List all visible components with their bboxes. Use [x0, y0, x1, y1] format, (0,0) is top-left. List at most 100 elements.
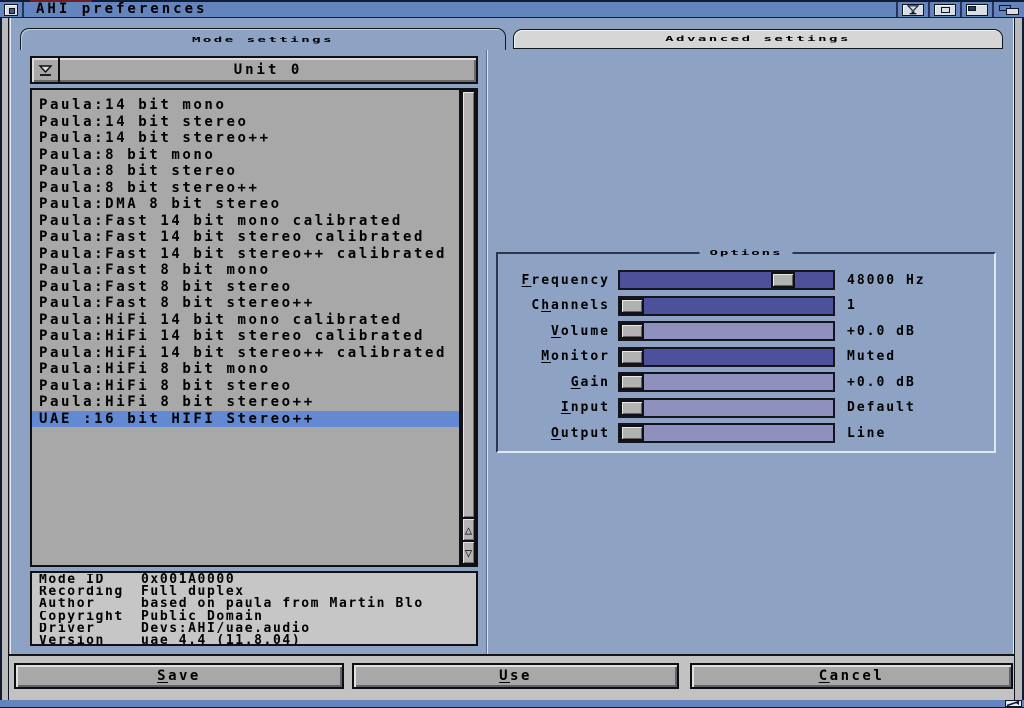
- screen-edge-artifact: [30, 0, 92, 2]
- mode-list-scrollbar[interactable]: △ ▽: [459, 90, 476, 565]
- mode-list-item[interactable]: Paula:14 bit stereo: [32, 114, 459, 131]
- mode-list-item[interactable]: Paula:HiFi 8 bit stereo++: [32, 394, 459, 411]
- zoom-button[interactable]: [928, 2, 960, 17]
- mode-list-item[interactable]: Paula:8 bit mono: [32, 147, 459, 164]
- output-slider-handle[interactable]: [620, 425, 644, 441]
- mode-list-item-label: Paula:HiFi 14 bit stereo++ calibrated: [39, 345, 447, 361]
- window-left-border: [0, 18, 9, 700]
- monitor-slider-handle[interactable]: [620, 349, 644, 365]
- mode-info-value: uae 4.4 (11.8.04): [141, 633, 301, 646]
- volume-value: +0.0 dB: [847, 324, 916, 339]
- mode-listbox: Paula:14 bit mono Paula:14 bit stereo Pa…: [30, 88, 478, 567]
- frequency-slider-track[interactable]: [620, 272, 833, 288]
- mode-list-item-label: Paula:14 bit mono: [39, 97, 227, 113]
- snapshot-button[interactable]: [960, 2, 992, 17]
- mode-list-item-label: Paula:HiFi 14 bit stereo calibrated: [39, 328, 425, 344]
- iconify-icon: [902, 4, 924, 16]
- scroll-up-button[interactable]: △: [461, 519, 476, 542]
- channels-slider[interactable]: [618, 296, 835, 316]
- mode-list-item[interactable]: Paula:14 bit mono: [32, 97, 459, 114]
- gain-value: +0.0 dB: [847, 375, 916, 390]
- window-title: AHI preferences: [24, 2, 219, 17]
- mode-list-item[interactable]: Paula:Fast 14 bit stereo++ calibrated: [32, 246, 459, 263]
- titlebar-drag-area[interactable]: [219, 2, 896, 17]
- monitor-slider-track[interactable]: [620, 349, 833, 365]
- tab-advanced-settings-label: Advanced settings: [665, 35, 851, 43]
- mode-list-item[interactable]: Paula:Fast 14 bit mono calibrated: [32, 213, 459, 230]
- mode-list-item[interactable]: Paula:DMA 8 bit stereo: [32, 196, 459, 213]
- mode-info-label: Version: [39, 635, 141, 646]
- mode-info-label: Mode ID: [39, 574, 141, 586]
- channels-slider-handle[interactable]: [620, 298, 644, 314]
- mode-list-item[interactable]: Paula:8 bit stereo++: [32, 180, 459, 197]
- frequency-value: 48000 Hz: [847, 273, 926, 288]
- input-value: Default: [847, 400, 916, 415]
- mode-list-item[interactable]: Paula:Fast 8 bit mono: [32, 262, 459, 279]
- mode-info-label: Copyright: [39, 611, 141, 623]
- use-button[interactable]: Use: [352, 663, 679, 689]
- options-group: Options Frequency 48000 Hz Channels 1 Vo…: [496, 252, 996, 453]
- output-slider-track[interactable]: [620, 425, 833, 441]
- input-slider[interactable]: [618, 398, 835, 418]
- monitor-slider[interactable]: [618, 347, 835, 367]
- mode-list-item[interactable]: Paula:HiFi 8 bit mono: [32, 361, 459, 378]
- mode-list-item-label: Paula:DMA 8 bit stereo: [39, 196, 282, 212]
- scroll-down-button[interactable]: ▽: [461, 542, 476, 565]
- tab-mode-settings-label: Mode settings: [192, 36, 334, 44]
- down-arrow-icon: ▽: [465, 547, 472, 559]
- mode-list-item-label: Paula:Fast 8 bit mono: [39, 262, 271, 278]
- unit-selector[interactable]: Unit 0: [30, 56, 478, 84]
- mode-info-row: Mode ID0x001A0000: [39, 574, 476, 586]
- ahi-preferences-window: AHI preferences Mode settings: [0, 0, 1024, 708]
- input-label: Input: [506, 400, 610, 415]
- gain-slider-handle[interactable]: [620, 374, 644, 390]
- scrollbar-thumb[interactable]: [461, 90, 476, 519]
- frequency-slider-handle[interactable]: [771, 272, 795, 288]
- depth-button[interactable]: [992, 2, 1024, 17]
- mode-list-item[interactable]: Paula:14 bit stereo++: [32, 130, 459, 147]
- options-group-title: Options: [699, 245, 792, 261]
- channels-slider-track[interactable]: [620, 298, 833, 314]
- close-button[interactable]: [0, 2, 24, 17]
- window-titlebar[interactable]: AHI preferences: [0, 0, 1024, 18]
- save-button[interactable]: Save: [14, 663, 344, 689]
- output-slider[interactable]: [618, 423, 835, 443]
- mode-list-item-label: UAE :16 bit HIFI Stereo++: [39, 411, 315, 427]
- input-slider-handle[interactable]: [620, 400, 644, 416]
- mode-list-item[interactable]: Paula:8 bit stereo: [32, 163, 459, 180]
- close-icon: [4, 4, 18, 16]
- tab-mode-settings[interactable]: Mode settings: [20, 28, 506, 50]
- resize-handle[interactable]: [1005, 700, 1022, 707]
- mode-list-item[interactable]: Paula:Fast 14 bit stereo calibrated: [32, 229, 459, 246]
- iconify-button[interactable]: [896, 2, 928, 17]
- monitor-label: Monitor: [506, 349, 610, 364]
- mode-list-item[interactable]: Paula:Fast 8 bit stereo++: [32, 295, 459, 312]
- mode-list-item-label: Paula:HiFi 8 bit stereo: [39, 378, 293, 394]
- mode-info-label: Author: [39, 598, 141, 610]
- mode-list-item[interactable]: UAE :16 bit HIFI Stereo++: [32, 411, 459, 428]
- mode-list-item[interactable]: Paula:HiFi 14 bit stereo++ calibrated: [32, 345, 459, 362]
- mode-list-item[interactable]: Paula:Fast 8 bit stereo: [32, 279, 459, 296]
- frequency-label: Frequency: [506, 273, 610, 288]
- mode-list-item-label: Paula:Fast 14 bit stereo++ calibrated: [39, 246, 447, 262]
- gain-slider[interactable]: [618, 372, 835, 392]
- volume-slider-track[interactable]: [620, 323, 833, 339]
- zoom-icon: [934, 4, 956, 16]
- slider-row-volume: Volume +0.0 dB: [506, 321, 984, 341]
- mode-list-item-label: Paula:Fast 8 bit stereo++: [39, 295, 315, 311]
- unit-selector-label: Unit 0: [60, 58, 476, 82]
- volume-label: Volume: [506, 324, 610, 339]
- cancel-button[interactable]: Cancel: [690, 663, 1013, 689]
- tab-advanced-settings[interactable]: Advanced settings: [513, 29, 1003, 49]
- mode-list-item[interactable]: Paula:HiFi 8 bit stereo: [32, 378, 459, 395]
- frequency-slider[interactable]: [618, 270, 835, 290]
- volume-slider[interactable]: [618, 321, 835, 341]
- mode-list-item-label: Paula:Fast 14 bit stereo calibrated: [39, 229, 425, 245]
- volume-slider-handle[interactable]: [620, 323, 644, 339]
- window-left-highlight: [10, 18, 11, 654]
- mode-list-item-label: Paula:8 bit stereo: [39, 163, 238, 179]
- input-slider-track[interactable]: [620, 400, 833, 416]
- mode-list-item[interactable]: Paula:HiFi 14 bit stereo calibrated: [32, 328, 459, 345]
- gain-slider-track[interactable]: [620, 374, 833, 390]
- mode-list-item[interactable]: Paula:HiFi 14 bit mono calibrated: [32, 312, 459, 329]
